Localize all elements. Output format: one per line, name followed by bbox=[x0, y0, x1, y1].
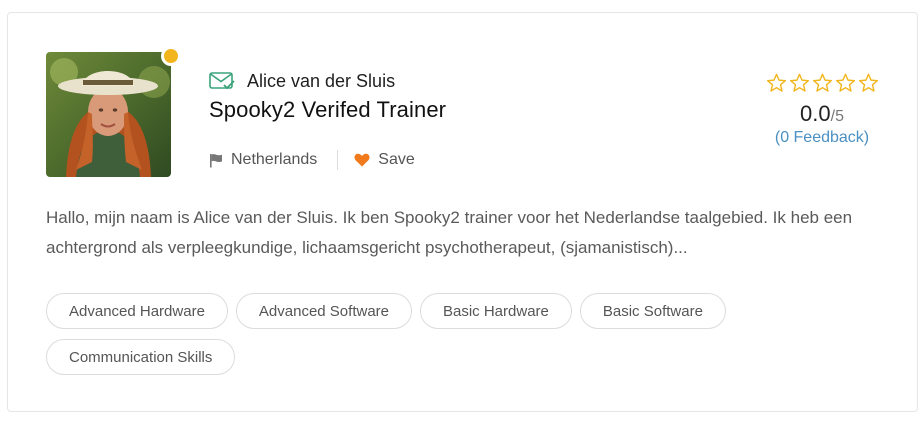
name-row: Alice van der Sluis bbox=[209, 70, 395, 92]
feedback-link[interactable]: (0 Feedback) bbox=[764, 129, 880, 147]
trainer-name[interactable]: Alice van der Sluis bbox=[247, 71, 395, 92]
country-item: Netherlands bbox=[209, 151, 317, 169]
online-status-dot bbox=[161, 46, 181, 66]
skill-tag[interactable]: Advanced Hardware bbox=[46, 293, 228, 329]
avatar-container[interactable] bbox=[46, 46, 181, 177]
skill-tags: Advanced Hardware Advanced Software Basi… bbox=[46, 293, 906, 375]
rating-value: 0.0 bbox=[800, 101, 831, 126]
skill-tag[interactable]: Communication Skills bbox=[46, 339, 236, 375]
save-label[interactable]: Save bbox=[378, 151, 414, 169]
meta-row: Netherlands Save bbox=[209, 149, 415, 171]
star-outline-icon bbox=[789, 73, 809, 92]
avatar[interactable] bbox=[46, 52, 171, 177]
skill-tag[interactable]: Basic Software bbox=[579, 293, 726, 329]
star-outline-icon bbox=[812, 73, 832, 92]
heart-icon[interactable] bbox=[354, 153, 370, 167]
trainer-bio: Hallo, mijn naam is Alice van der Sluis.… bbox=[46, 208, 853, 257]
country-label: Netherlands bbox=[231, 151, 318, 168]
flag-icon bbox=[210, 153, 222, 167]
star-outline-icon bbox=[835, 73, 855, 92]
mail-check-icon bbox=[209, 72, 235, 90]
skill-tag[interactable]: Basic Hardware bbox=[420, 293, 572, 329]
star-rating bbox=[764, 73, 880, 93]
trainer-headline: Spooky2 Verifed Trainer bbox=[209, 97, 447, 122]
rating-out-of: /5 bbox=[830, 108, 844, 125]
rating-block: 0.0/5 (0 Feedback) bbox=[764, 73, 880, 147]
save-button[interactable]: Save bbox=[354, 151, 415, 169]
star-outline-icon bbox=[858, 73, 878, 92]
rating-score: 0.0/5 bbox=[764, 101, 880, 127]
skill-tag[interactable]: Advanced Software bbox=[235, 293, 412, 329]
trainer-card: Alice van der Sluis Spooky2 Verifed Trai… bbox=[7, 12, 918, 412]
star-outline-icon bbox=[766, 73, 786, 92]
meta-divider bbox=[337, 150, 339, 170]
